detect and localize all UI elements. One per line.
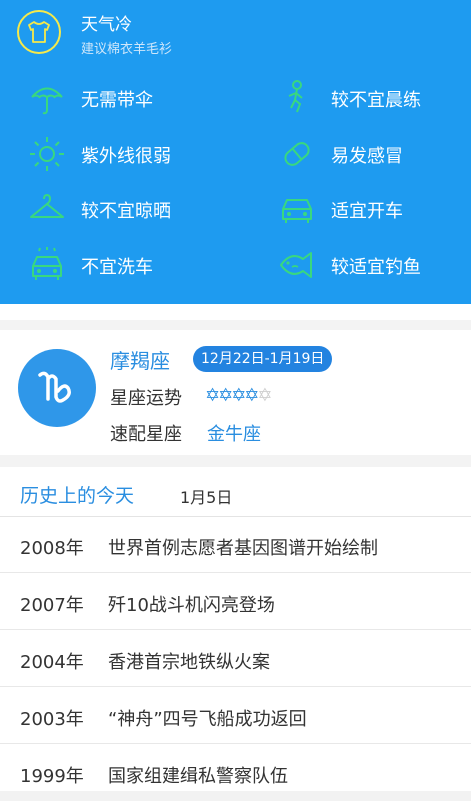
tip-label: 紫外线很弱: [81, 146, 171, 167]
tip-label: 适宜开车: [331, 201, 403, 222]
event-year: 2003年: [20, 709, 84, 730]
pill-icon: [284, 142, 310, 166]
tip-drying[interactable]: 较不宜晾晒: [27, 189, 227, 229]
event-year: 1999年: [20, 766, 84, 787]
list-item[interactable]: 1999年 国家组建缉私警察队伍: [0, 745, 471, 801]
sun-icon: [30, 137, 64, 171]
tip-label: 较不宜晾晒: [81, 201, 171, 222]
tip-exercise[interactable]: 较不宜晨练: [277, 78, 457, 118]
weather-title: 天气冷: [81, 15, 132, 35]
tip-label: 易发感冒: [331, 146, 403, 167]
capricorn-icon: [18, 349, 96, 427]
zodiac-name: 摩羯座: [110, 349, 170, 373]
car-icon: [282, 199, 312, 223]
event-text: 歼10战斗机闪亮登场: [108, 595, 275, 616]
list-item[interactable]: 2003年 “神舟”四号飞船成功返回: [0, 688, 471, 744]
tip-label: 较不宜晨练: [331, 90, 421, 111]
tip-cold[interactable]: 易发感冒: [277, 134, 457, 174]
hanger-icon: [30, 194, 64, 218]
divider: [0, 320, 471, 330]
list-item[interactable]: 2007年 歼10战斗机闪亮登场: [0, 574, 471, 630]
tip-fishing[interactable]: 较适宜钓鱼: [277, 245, 457, 285]
match-value[interactable]: 金牛座: [207, 420, 261, 446]
fortune-label: 星座运势: [110, 388, 182, 409]
star-icon: ✡: [218, 385, 233, 406]
clothing-icon: [17, 10, 61, 54]
fish-icon: [280, 252, 312, 278]
umbrella-icon: [31, 87, 63, 115]
weather-subtitle: 建议棉衣羊毛衫: [81, 42, 173, 57]
history-date: 1月5日: [180, 488, 233, 507]
event-year: 2008年: [20, 538, 84, 559]
zodiac-card[interactable]: 摩羯座 12月22日-1月19日 星座运势 ✡✡✡✡✡ 速配星座 金牛座: [0, 330, 471, 455]
exercise-icon: [288, 80, 303, 113]
tip-car-wash[interactable]: 不宜洗车: [27, 245, 227, 285]
list-item[interactable]: 2008年 世界首例志愿者基因图谱开始绘制: [0, 517, 471, 573]
star-icon: ✡: [231, 385, 246, 406]
tip-uv[interactable]: 紫外线很弱: [27, 134, 227, 174]
divider: [0, 455, 471, 467]
event-text: 国家组建缉私警察队伍: [108, 766, 288, 787]
tip-label: 无需带伞: [81, 90, 153, 111]
list-item[interactable]: 2004年 香港首宗地铁纵火案: [0, 631, 471, 687]
star-icon: ✡: [244, 385, 259, 406]
star-icon: ✡: [257, 385, 272, 406]
car-wash-icon: [32, 247, 62, 280]
history-today-section: 历史上的今天 1月5日 2008年 世界首例志愿者基因图谱开始绘制 2007年 …: [0, 467, 471, 791]
tip-driving[interactable]: 适宜开车: [277, 189, 457, 229]
star-icon: ✡: [205, 385, 220, 406]
zodiac-date-range: 12月22日-1月19日: [193, 346, 333, 372]
event-year: 2007年: [20, 595, 84, 616]
event-text: 香港首宗地铁纵火案: [108, 652, 270, 673]
event-year: 2004年: [20, 652, 84, 673]
match-label: 速配星座: [110, 424, 182, 445]
spacer: [0, 304, 471, 320]
tip-umbrella[interactable]: 无需带伞: [27, 78, 227, 118]
tip-label: 较适宜钓鱼: [331, 257, 421, 278]
fortune-rating: ✡✡✡✡✡: [205, 385, 272, 406]
event-text: 世界首例志愿者基因图谱开始绘制: [108, 538, 378, 559]
tip-label: 不宜洗车: [81, 257, 153, 278]
history-title: 历史上的今天: [20, 485, 135, 507]
weather-panel: 天气冷 建议棉衣羊毛衫 无需带伞 较不宜晨练 紫外线很弱 易发感冒 较不宜晾晒 …: [0, 0, 471, 304]
event-text: “神舟”四号飞船成功返回: [108, 709, 307, 730]
